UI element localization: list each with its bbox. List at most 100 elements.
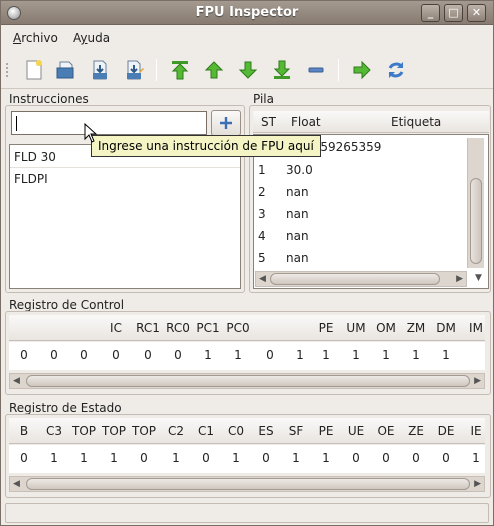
instruction-input[interactable] xyxy=(11,111,207,135)
status-header-cell[interactable]: ES xyxy=(251,424,281,438)
control-value-cell: 0 xyxy=(50,348,58,362)
control-header-cell[interactable]: RC1 xyxy=(133,321,163,335)
save-file-button[interactable] xyxy=(87,57,113,83)
status-header-cell[interactable]: DE xyxy=(431,424,461,438)
status-header-cell[interactable]: PE xyxy=(311,424,341,438)
remove-icon xyxy=(308,67,324,73)
status-value-cell: 0 xyxy=(262,451,270,465)
control-value-cell: 0 xyxy=(266,348,274,362)
stack-horizontal-scrollbar[interactable]: ◀ ▶ xyxy=(255,271,467,287)
table-row[interactable]: 5 nan xyxy=(258,251,309,265)
new-file-button[interactable] xyxy=(21,57,47,83)
instruction-list[interactable]: FLD 30 FLDPI xyxy=(9,144,241,289)
add-instruction-button[interactable] xyxy=(211,110,241,136)
stack-st: 2 xyxy=(258,185,266,199)
move-up-button[interactable] xyxy=(201,57,227,83)
control-horizontal-scrollbar[interactable]: ◀ ▶ xyxy=(9,373,485,389)
toolbar-separator xyxy=(338,59,339,81)
status-header-cell[interactable]: C3 xyxy=(39,424,69,438)
status-header-cell[interactable]: B xyxy=(9,424,39,438)
status-header-cell[interactable]: IE xyxy=(461,424,491,438)
column-header-float[interactable]: Float xyxy=(291,115,321,129)
scroll-right-icon[interactable]: ▶ xyxy=(456,274,463,284)
menu-archivo[interactable]: Archivo xyxy=(13,31,58,45)
instrucciones-label: Instrucciones xyxy=(9,92,89,106)
status-header-cell[interactable]: ZE xyxy=(401,424,431,438)
status-header-cell[interactable]: OE xyxy=(371,424,401,438)
scroll-right-icon[interactable]: ▶ xyxy=(474,479,481,489)
save-as-button[interactable] xyxy=(121,57,147,83)
scroll-left-icon[interactable]: ◀ xyxy=(13,376,20,386)
status-header-cell[interactable]: TOP xyxy=(129,424,159,438)
scrollbar-thumb[interactable] xyxy=(270,273,440,285)
stack-vertical-scrollbar[interactable] xyxy=(467,138,484,268)
minimize-button[interactable]: _ xyxy=(421,4,440,22)
move-top-button[interactable] xyxy=(167,57,193,83)
control-header-cell[interactable]: PC1 xyxy=(193,321,223,335)
scrollbar-thumb[interactable] xyxy=(26,478,470,490)
status-header-cell[interactable]: SF xyxy=(281,424,311,438)
scrollbar-thumb[interactable] xyxy=(26,375,470,387)
control-header-cell[interactable]: RC0 xyxy=(163,321,193,335)
close-button[interactable]: ✕ xyxy=(467,4,486,22)
stack-float: nan xyxy=(286,229,309,243)
maximize-button[interactable]: □ xyxy=(444,4,463,22)
status-register-values[interactable]: 0 1 1 1 0 1 0 1 0 1 1 0 0 0 0 1 xyxy=(9,445,485,473)
refresh-button[interactable] xyxy=(383,57,409,83)
control-header-cell[interactable]: PC0 xyxy=(223,321,253,335)
scroll-right-icon[interactable]: ▶ xyxy=(474,376,481,386)
title-bar[interactable]: FPU Inspector _ □ ✕ xyxy=(1,1,493,25)
toolbar xyxy=(1,51,493,89)
control-value-cell: 0 xyxy=(20,348,28,362)
move-down-button[interactable] xyxy=(235,57,261,83)
scroll-down-icon[interactable]: ▼ xyxy=(475,273,482,283)
status-value-cell: 1 xyxy=(472,451,480,465)
menu-ayuda[interactable]: Ayuda xyxy=(73,31,110,45)
control-header-cell[interactable]: UM xyxy=(341,321,371,335)
open-file-button[interactable] xyxy=(53,57,79,83)
status-header-cell[interactable]: C1 xyxy=(191,424,221,438)
list-item[interactable]: FLD 30 xyxy=(14,150,56,164)
control-header-cell[interactable]: OM xyxy=(371,321,401,335)
toolbar-grip[interactable] xyxy=(6,63,9,77)
table-row[interactable]: 4 nan xyxy=(258,229,309,243)
move-up-icon xyxy=(204,61,224,79)
table-row[interactable]: 3 nan xyxy=(258,207,309,221)
remove-button[interactable] xyxy=(303,57,329,83)
list-divider xyxy=(10,167,240,168)
list-item[interactable]: FLDPI xyxy=(14,172,48,186)
stack-table[interactable]: 03.14159265359 130.0 2nan 3nan 4nan 5nan xyxy=(253,134,489,289)
column-header-st[interactable]: ST xyxy=(261,115,276,129)
scrollbar-thumb[interactable] xyxy=(470,178,482,264)
control-header-cell[interactable]: DM xyxy=(431,321,461,335)
move-bottom-button[interactable] xyxy=(269,57,295,83)
stack-st: 4 xyxy=(258,229,266,243)
status-bar xyxy=(5,503,489,523)
control-header-cell[interactable]: PE xyxy=(311,321,341,335)
pila-label: Pila xyxy=(253,92,274,106)
status-value-cell: 1 xyxy=(292,451,300,465)
status-horizontal-scrollbar[interactable]: ◀ ▶ xyxy=(9,476,485,492)
status-value-cell: 1 xyxy=(80,451,88,465)
status-header-cell[interactable]: C0 xyxy=(221,424,251,438)
table-row[interactable]: 1 30.0 xyxy=(258,163,313,177)
move-down-icon xyxy=(238,61,258,79)
column-header-etiqueta[interactable]: Etiqueta xyxy=(391,115,441,129)
status-value-cell: 0 xyxy=(382,451,390,465)
scroll-left-icon[interactable]: ◀ xyxy=(259,274,266,284)
menu-bar: Archivo Ayuda xyxy=(1,26,493,50)
status-value-cell: 0 xyxy=(412,451,420,465)
status-header-cell[interactable]: C2 xyxy=(161,424,191,438)
execute-button[interactable] xyxy=(349,57,375,83)
status-header-cell[interactable]: TOP xyxy=(69,424,99,438)
control-register-values[interactable]: 0 0 0 0 0 0 1 1 0 1 1 1 1 1 1 xyxy=(9,342,485,370)
control-header-cell[interactable]: IC xyxy=(101,321,131,335)
control-value-cell: 1 xyxy=(322,348,330,362)
stack-st: 1 xyxy=(258,163,266,177)
status-header-cell[interactable]: UE xyxy=(341,424,371,438)
scroll-left-icon[interactable]: ◀ xyxy=(13,479,20,489)
control-header-cell[interactable]: IM xyxy=(461,321,491,335)
table-row[interactable]: 2 nan xyxy=(258,185,309,199)
control-header-cell[interactable]: ZM xyxy=(401,321,431,335)
status-header-cell[interactable]: TOP xyxy=(99,424,129,438)
